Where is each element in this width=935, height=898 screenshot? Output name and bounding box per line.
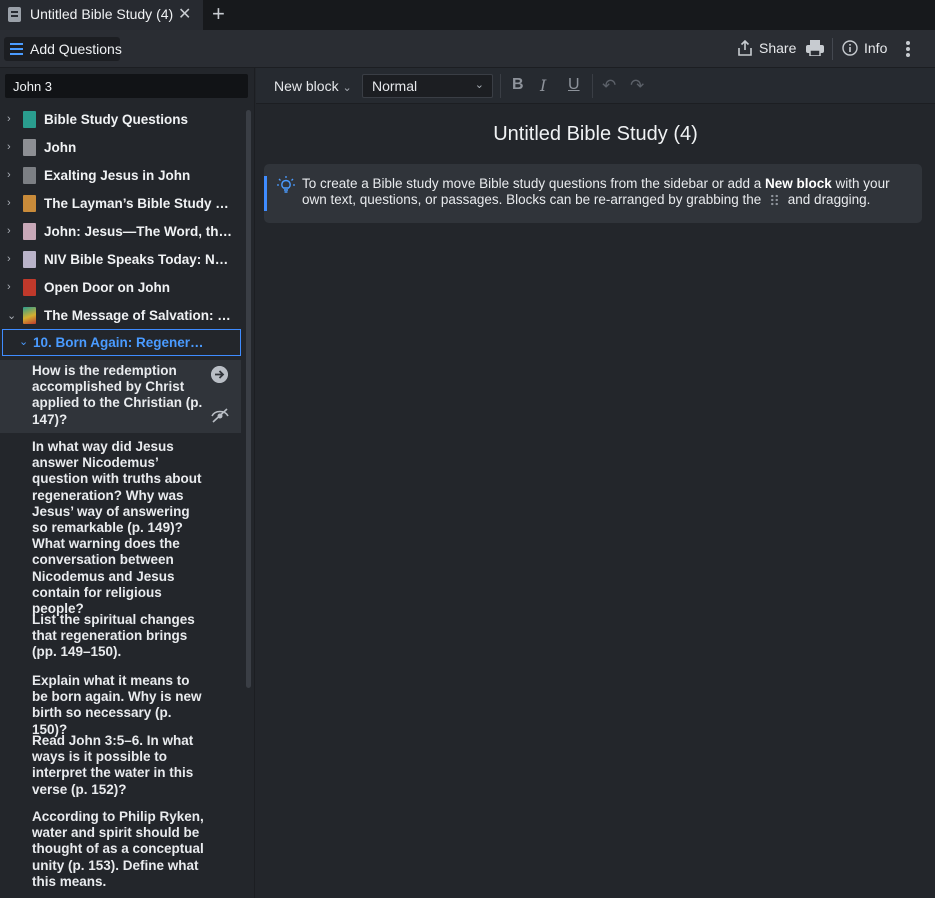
- sidebar-scrollbar[interactable]: [246, 110, 251, 688]
- book-title: Open Door on John: [44, 279, 170, 295]
- chapter-title: 10. Born Again: Regeneration: [33, 335, 208, 350]
- book-title: Bible Study Questions: [44, 111, 189, 127]
- chevron-right-icon[interactable]: ›: [7, 281, 11, 293]
- info-icon: [842, 40, 858, 56]
- bold-button[interactable]: B: [512, 76, 524, 94]
- tab-bar: Untitled Bible Study (4) ✕ +: [0, 0, 935, 30]
- toolbar-divider: [832, 38, 833, 60]
- hamburger-icon: [10, 43, 23, 55]
- document-icon: [8, 7, 21, 22]
- lightbulb-icon: [277, 176, 295, 193]
- book-item[interactable]: › The Layman’s Bible Study Notebook: [0, 189, 240, 217]
- chevron-right-icon[interactable]: ›: [7, 197, 11, 209]
- book-item-expanded[interactable]: ⌄ The Message of Salvation: By God’s Gra…: [0, 301, 240, 329]
- book-cover-icon: [23, 166, 36, 184]
- share-icon: [738, 40, 752, 56]
- book-cover-icon: [23, 278, 36, 296]
- question-item[interactable]: List the spiritual changes that regenera…: [32, 612, 207, 661]
- book-cover-icon: [23, 306, 36, 324]
- new-tab-button[interactable]: +: [212, 1, 225, 27]
- add-questions-label: Add Questions: [30, 41, 122, 57]
- callout-accent-bar: [264, 176, 267, 211]
- question-item[interactable]: Explain what it means to be born again. …: [32, 673, 207, 738]
- question-item[interactable]: Read John 3:5–6. In what ways is it poss…: [32, 733, 207, 798]
- chevron-right-icon[interactable]: ›: [7, 225, 11, 237]
- tip-text-part: and dragging.: [784, 192, 871, 207]
- book-title: NIV Bible Speaks Today: Notes: [44, 251, 234, 267]
- chevron-right-icon[interactable]: ›: [7, 169, 11, 181]
- tab-title: Untitled Bible Study (4): [30, 6, 174, 22]
- share-label: Share: [759, 40, 797, 56]
- undo-icon[interactable]: ↶: [602, 76, 616, 96]
- chevron-down-icon: ⌄: [342, 82, 352, 94]
- book-item[interactable]: › Open Door on John: [0, 273, 240, 301]
- tip-new-block-emphasis: New block: [765, 176, 832, 191]
- book-item[interactable]: › Bible Study Questions: [0, 105, 240, 133]
- book-title: John: [44, 139, 77, 155]
- add-questions-button[interactable]: Add Questions: [4, 37, 122, 61]
- document-title[interactable]: Untitled Bible Study (4): [256, 123, 935, 146]
- underline-button[interactable]: U: [568, 76, 580, 94]
- chapter-item-selected[interactable]: ⌄ 10. Born Again: Regeneration: [2, 329, 241, 356]
- editor-pane: New block ⌄ Normal ⌄ B I U ↶ ↷ Untitled …: [256, 68, 935, 898]
- drag-handle-icon: [770, 194, 780, 206]
- search-input[interactable]: John 3: [5, 74, 248, 98]
- book-title: Exalting Jesus in John: [44, 167, 191, 183]
- toolbar-divider: [500, 74, 501, 98]
- print-icon[interactable]: [806, 40, 824, 56]
- new-block-dropdown[interactable]: New block ⌄: [274, 78, 352, 94]
- tip-callout: To create a Bible study move Bible study…: [264, 164, 922, 223]
- chevron-right-icon[interactable]: ›: [7, 253, 11, 265]
- top-toolbar: Add Questions Share Info: [0, 30, 935, 68]
- book-title: The Message of Salvation: By God’s Grace…: [44, 307, 234, 323]
- question-item[interactable]: According to Philip Ryken, water and spi…: [32, 809, 207, 890]
- info-label: Info: [864, 40, 888, 56]
- sidebar: John 3 › Bible Study Questions › John › …: [0, 68, 255, 898]
- paragraph-style-select[interactable]: Normal ⌄: [362, 74, 493, 98]
- book-cover-icon: [23, 222, 36, 240]
- new-block-label: New block: [274, 78, 339, 94]
- close-tab-icon[interactable]: ✕: [178, 4, 191, 24]
- book-title: John: Jesus—The Word, the Messiah, the S…: [44, 223, 234, 239]
- book-cover-icon: [23, 110, 36, 128]
- book-item[interactable]: › John: [0, 133, 240, 161]
- toolbar-divider: [592, 74, 593, 98]
- book-cover-icon: [23, 194, 36, 212]
- editor-toolbar: New block ⌄ Normal ⌄ B I U ↶ ↷: [256, 68, 935, 104]
- book-item[interactable]: › John: Jesus—The Word, the Messiah, the…: [0, 217, 240, 245]
- tip-text: To create a Bible study move Bible study…: [302, 176, 912, 208]
- chevron-down-icon[interactable]: ⌄: [7, 309, 16, 322]
- chevron-right-icon[interactable]: ›: [7, 113, 11, 125]
- book-item[interactable]: › Exalting Jesus in John: [0, 161, 240, 189]
- redo-icon[interactable]: ↷: [630, 76, 644, 96]
- hide-icon[interactable]: [210, 406, 230, 424]
- info-button[interactable]: Info: [842, 40, 887, 56]
- share-button[interactable]: Share: [737, 40, 796, 56]
- book-cover-icon: [23, 250, 36, 268]
- chevron-down-icon: ⌄: [474, 79, 484, 91]
- book-title: The Layman’s Bible Study Notebook: [44, 195, 234, 211]
- tab-bible-study[interactable]: Untitled Bible Study (4) ✕: [0, 0, 203, 30]
- book-cover-icon: [23, 138, 36, 156]
- chevron-down-icon[interactable]: ⌄: [19, 335, 28, 348]
- question-item[interactable]: In what way did Jesus answer Nicodemus’ …: [32, 439, 207, 617]
- question-item[interactable]: How is the redemption accomplished by Ch…: [32, 363, 207, 428]
- chevron-right-icon[interactable]: ›: [7, 141, 11, 153]
- tip-text-part: To create a Bible study move Bible study…: [302, 176, 766, 191]
- italic-button[interactable]: I: [540, 76, 546, 95]
- paragraph-style-value: Normal: [372, 78, 418, 94]
- add-arrow-icon[interactable]: [211, 366, 228, 383]
- more-options-icon[interactable]: [905, 39, 911, 59]
- book-item[interactable]: › NIV Bible Speaks Today: Notes: [0, 245, 240, 273]
